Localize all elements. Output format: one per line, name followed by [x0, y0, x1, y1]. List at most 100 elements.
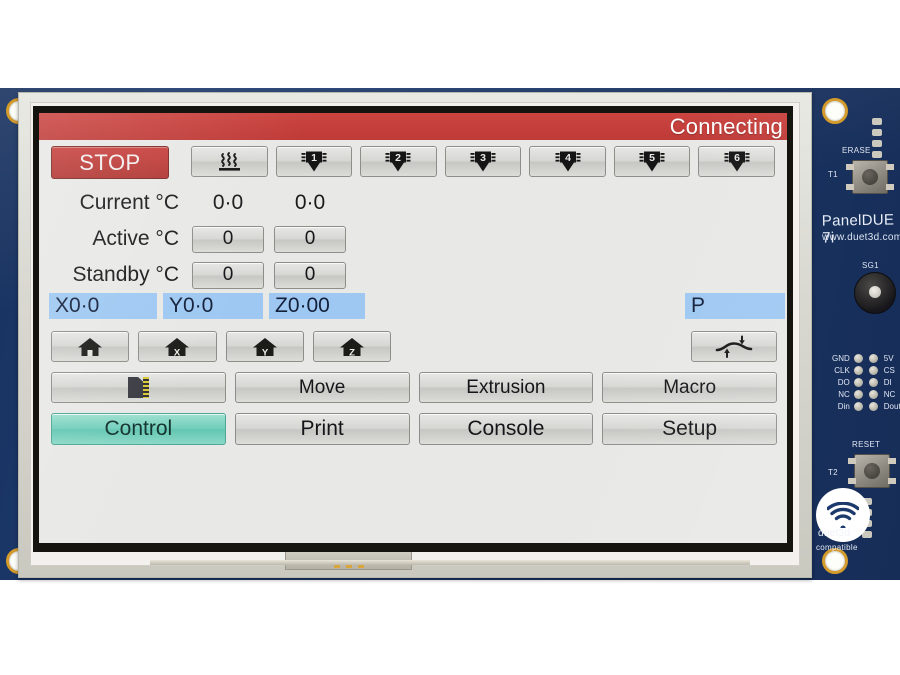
buzzer-ref-label: SG1 [862, 261, 879, 270]
pin-pad [868, 402, 878, 411]
tool-number-2: 2 [396, 152, 402, 164]
home-axis-letter-y: Y [261, 347, 268, 357]
standby-temp-field-1[interactable]: 0 [274, 261, 346, 289]
lcd-screen: Connecting STOP 1 2 3 4 5 6 Current °C 0… [39, 113, 787, 543]
pin-label-right-0: 5V [883, 354, 894, 363]
home-z-icon: Z [339, 337, 364, 357]
reset-button[interactable] [848, 454, 896, 488]
home-axis-letter-x: X [174, 347, 181, 357]
tool-icon: 1 [301, 151, 327, 172]
erase-button[interactable] [846, 160, 894, 194]
active-temp-field-1[interactable]: 0 [274, 225, 346, 253]
pin-label-right-2: DI [883, 378, 892, 387]
active-temp-field-0[interactable]: 0 [192, 225, 264, 253]
tool-number-5: 5 [649, 152, 655, 164]
pin-pad [853, 390, 863, 399]
temperature-row-active: Active °C 0 0 [47, 221, 377, 257]
move-button[interactable]: Move [234, 372, 410, 403]
home-all-button[interactable] [51, 331, 130, 362]
active-temp-label: Active °C [92, 227, 179, 250]
bed-compensation-button[interactable] [691, 331, 777, 362]
home-z-button[interactable]: Z [312, 331, 391, 362]
tool-button-3[interactable]: 3 [444, 146, 522, 177]
tab-console-label: Console [467, 417, 545, 440]
tool-icon: 4 [555, 151, 581, 172]
tool-number-6: 6 [734, 152, 740, 164]
tool-number-1: 1 [311, 152, 317, 164]
tool-icon: 3 [470, 151, 496, 172]
tool-button-2[interactable]: 2 [360, 146, 437, 177]
home-y-icon: Y [252, 337, 277, 357]
standby-temp-label: Standby °C [72, 263, 179, 286]
tool-button-4[interactable]: 4 [529, 146, 606, 177]
paneldue-ui: Connecting STOP 1 2 3 4 5 6 Current °C 0… [39, 113, 787, 543]
pin-pad [868, 354, 878, 363]
pin-label-right-3: NC [883, 390, 896, 399]
axis-y-display[interactable]: Y0·0 [163, 293, 263, 319]
pin-header-labels: GND 5V CLK CS DO DI NC NC Din Dout [832, 354, 900, 411]
pin-label-left-2: DO [837, 378, 850, 387]
axis-readout-row: X0·0 Y0·0 Z0·00 P [45, 293, 785, 319]
vendor-url-silkscreen: www.duet3d.com [822, 232, 900, 243]
connection-status-text: Connecting [669, 113, 783, 139]
title-bar: Connecting [39, 113, 787, 140]
standby-temp-cell-1: 0 [269, 261, 351, 289]
current-temp-cell-0: 0·0 [187, 191, 269, 215]
standby-temp-value-1: 0 [304, 264, 316, 285]
temperature-row-current: Current °C 0·0 0·0 [47, 185, 377, 221]
standby-temp-field-0[interactable]: 0 [192, 261, 264, 289]
tool-button-5[interactable]: 5 [613, 146, 691, 177]
current-temp-label: Current °C [79, 191, 179, 214]
secondary-nav-row: Move Extrusion Macro [51, 372, 777, 403]
current-temp-value-1: 0·0 [294, 191, 326, 214]
tab-control-label: Control [104, 417, 173, 440]
sd-card-icon [128, 377, 150, 398]
tool-icon: 2 [385, 151, 411, 172]
buzzer [854, 272, 896, 314]
tab-print[interactable]: Print [234, 413, 410, 445]
active-temp-cell-1: 0 [269, 225, 351, 253]
tab-setup[interactable]: Setup [602, 413, 777, 445]
tab-console[interactable]: Console [418, 413, 594, 445]
home-y-button[interactable]: Y [225, 331, 304, 362]
home-x-button[interactable]: X [138, 331, 217, 362]
tool-button-6[interactable]: 6 [698, 146, 776, 177]
pin-label-left-1: CLK [834, 366, 850, 375]
mounting-hole-top-right [822, 98, 848, 124]
pin-pad [868, 366, 878, 375]
pin-pad [853, 354, 863, 363]
tab-control[interactable]: Control [51, 413, 226, 445]
active-temp-cell-0: 0 [187, 225, 269, 253]
axis-x-display[interactable]: X0·0 [49, 293, 157, 319]
tool-button-1[interactable]: 1 [275, 146, 353, 177]
erase-silkscreen-label: ERASE [842, 146, 871, 155]
axis-z-display[interactable]: Z0·00 [269, 293, 365, 319]
home-x-icon: X [165, 337, 190, 357]
bed-heater-button[interactable] [191, 146, 268, 177]
bed-compensation-icon [715, 335, 753, 358]
temperature-row-standby: Standby °C 0 0 [47, 257, 377, 293]
standby-temp-cell-0: 0 [187, 261, 269, 289]
pin-label-left-0: GND [832, 354, 850, 363]
home-icon [78, 337, 103, 356]
current-temp-value-0: 0·0 [212, 191, 244, 214]
pin-label-left-3: NC [838, 390, 850, 399]
probe-display[interactable]: P [685, 293, 785, 319]
current-temp-cell-1: 0·0 [269, 191, 351, 215]
extrusion-button[interactable]: Extrusion [418, 372, 594, 403]
active-temp-value-0: 0 [222, 228, 234, 249]
stop-button-label: STOP [79, 149, 141, 175]
pin-pad [853, 366, 863, 375]
pin-pad [868, 390, 878, 399]
macro-button[interactable]: Macro [602, 372, 777, 403]
tab-setup-label: Setup [662, 417, 718, 440]
standby-temp-value-0: 0 [222, 264, 234, 285]
temperature-table: Current °C 0·0 0·0 Active °C 0 0 Standby… [47, 185, 377, 293]
macro-button-label: Macro [663, 376, 717, 398]
sd-card-button[interactable] [51, 372, 226, 403]
home-button-row: X Y Z [51, 331, 391, 362]
stop-button[interactable]: STOP [51, 146, 169, 179]
tool-number-3: 3 [480, 152, 486, 164]
pin-pad [853, 378, 863, 387]
heated-bed-icon [219, 151, 241, 171]
